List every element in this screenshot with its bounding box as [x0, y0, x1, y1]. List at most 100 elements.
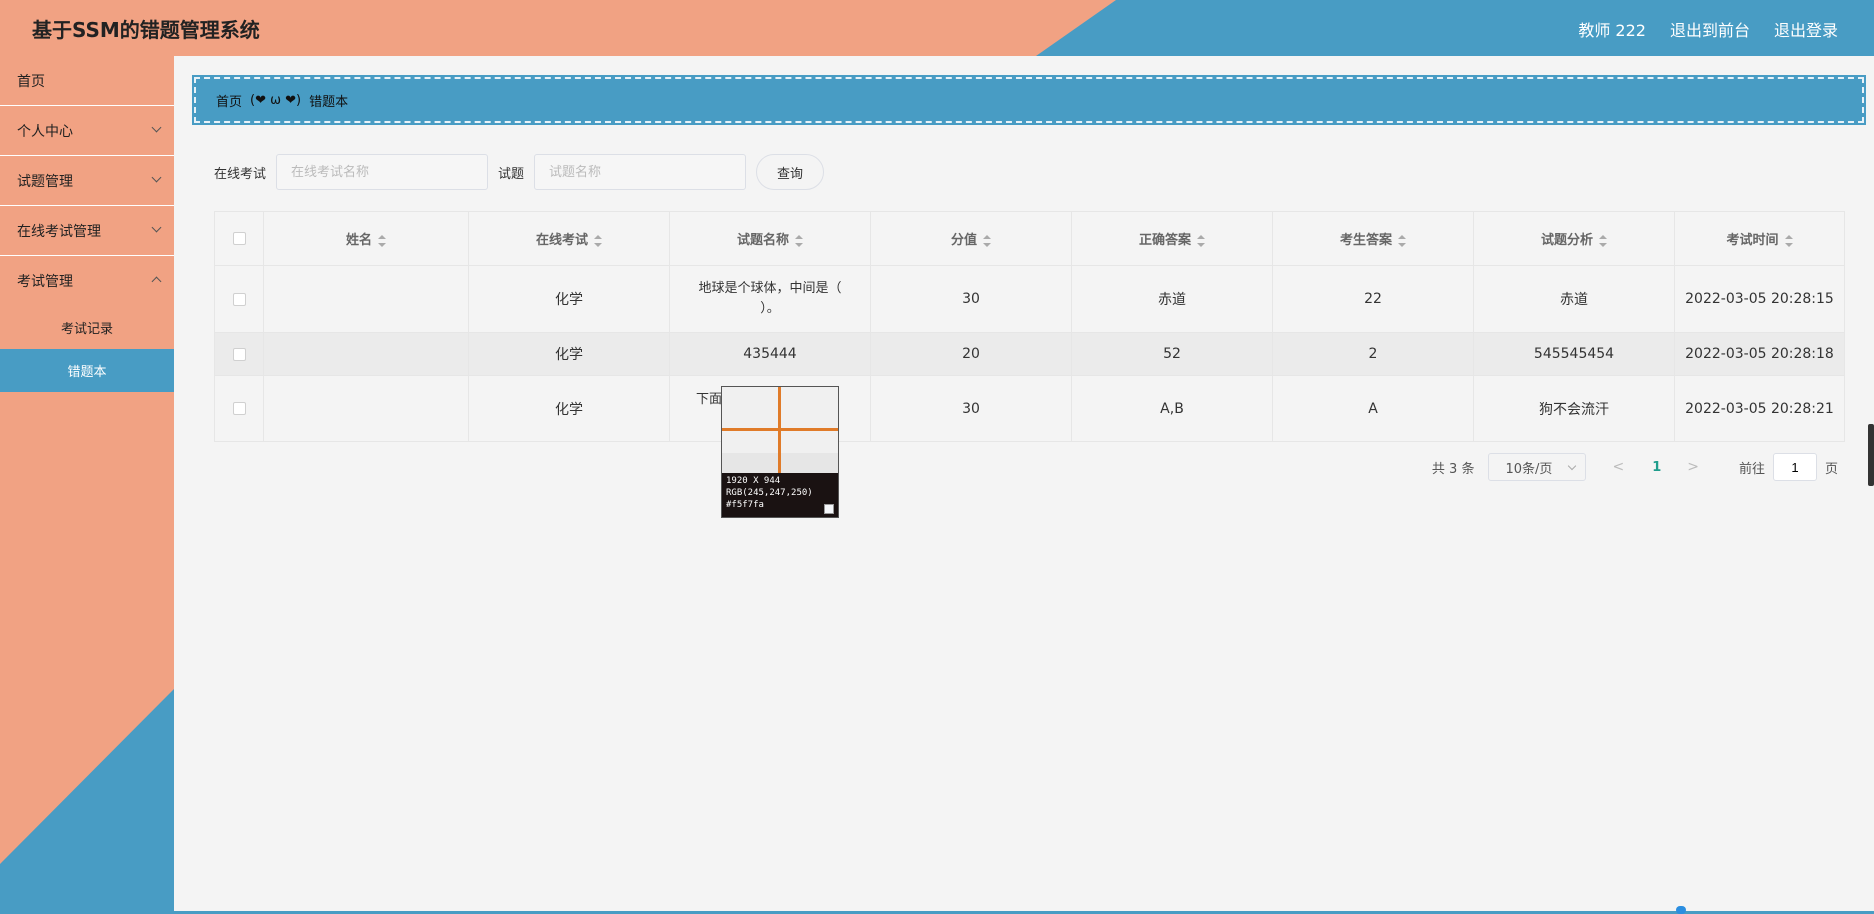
magnifier-lens [722, 387, 838, 473]
select-all-cell [214, 211, 264, 266]
column-header-score[interactable]: 分值 [870, 211, 1072, 266]
cell-score: 30 [870, 375, 1072, 442]
sidebar-item-home[interactable]: 首页 [0, 56, 174, 106]
sort-icon[interactable] [1398, 234, 1406, 247]
chevron-down-icon [1568, 461, 1577, 471]
magnifier-rgb: RGB(245,247,250) [726, 488, 813, 498]
sort-icon[interactable] [1599, 234, 1607, 247]
exam-search-label: 在线考试 [214, 166, 267, 182]
cell-name [263, 265, 469, 333]
color-picker-magnifier: 1920 X 944 RGB(245,247,250) #f5f7fa [721, 386, 839, 518]
sidebar-item-label: 个人中心 [17, 123, 73, 140]
crosshair-vertical [778, 387, 781, 473]
app-title: 基于SSM的错题管理系统 [32, 18, 260, 42]
cell-score: 30 [870, 265, 1072, 333]
goto-label: 前往 [1738, 461, 1765, 477]
goto-page-input[interactable] [1772, 453, 1817, 481]
sort-icon[interactable] [594, 234, 602, 247]
table-header-row: 姓名 在线考试 试题名称 分值 正确答案 考生答案 试题分析 考试时间 [214, 211, 1845, 266]
chevron-down-icon [151, 122, 162, 133]
chevron-up-icon [151, 276, 162, 287]
row-checkbox[interactable] [232, 292, 246, 306]
cell-exam: 化学 [468, 375, 670, 442]
sort-icon[interactable] [1197, 234, 1205, 247]
top-links: 教师 222 退出到前台 退出登录 [1578, 17, 1838, 41]
magnifier-hex: #f5f7fa [726, 500, 764, 510]
breadcrumb-separator: (❤ ω ❤) [250, 92, 302, 108]
column-header-analysis[interactable]: 试题分析 [1473, 211, 1675, 266]
cell-question: 435444 [669, 332, 871, 376]
cell-student-answer: 22 [1272, 265, 1474, 333]
cell-analysis: 545545454 [1473, 332, 1675, 376]
query-button[interactable]: 查询 [756, 154, 825, 190]
sidebar-item-question-management[interactable]: 试题管理 [0, 156, 174, 206]
sort-icon[interactable] [378, 234, 386, 247]
table-row[interactable]: 化学 下面 30 A,B A 狗不会流汗 2022-03-05 20:28:21 [214, 375, 1845, 442]
exam-search-input[interactable] [276, 154, 489, 190]
cell-name [263, 375, 469, 442]
magnifier-resolution: 1920 X 944 [726, 476, 781, 486]
prev-page-button[interactable]: < [1612, 459, 1624, 475]
cell-exam-time: 2022-03-05 20:28:21 [1674, 375, 1845, 442]
magnifier-info: 1920 X 944 RGB(245,247,250) #f5f7fa [722, 473, 838, 517]
cell-name [263, 332, 469, 376]
select-all-checkbox[interactable] [232, 232, 246, 245]
cell-exam: 化学 [468, 332, 670, 376]
scroll-indicator [1676, 906, 1686, 914]
cell-score: 20 [870, 332, 1072, 376]
sidebar-item-exam-management[interactable]: 考试管理 [0, 256, 174, 306]
wrong-answers-table: 姓名 在线考试 试题名称 分值 正确答案 考生答案 试题分析 考试时间 化学 地… [214, 211, 1845, 442]
row-checkbox[interactable] [232, 402, 246, 415]
sidebar-menu: 首页 个人中心 试题管理 在线考试管理 考试管理 考试记录 错题本 [0, 56, 174, 392]
table-row[interactable]: 化学 地球是个球体，中间是（ ）。 30 赤道 22 赤道 2022-03-05… [214, 265, 1845, 333]
sidebar-subitem-wrong-answers[interactable]: 错题本 [0, 349, 174, 392]
sort-icon[interactable] [795, 234, 803, 247]
sort-icon[interactable] [983, 234, 991, 247]
cell-question: 地球是个球体，中间是（ ）。 [669, 265, 871, 333]
question-search-input[interactable] [534, 154, 747, 190]
sidebar-subitem-exam-records[interactable]: 考试记录 [0, 306, 174, 349]
page-number-1[interactable]: 1 [1652, 460, 1661, 475]
cell-correct-answer: 52 [1071, 332, 1273, 376]
column-header-question[interactable]: 试题名称 [669, 211, 871, 266]
page-unit-label: 页 [1824, 461, 1838, 477]
next-page-button[interactable]: > [1687, 459, 1699, 475]
breadcrumb-home[interactable]: 首页 [216, 91, 242, 110]
sidebar-item-online-exam-management[interactable]: 在线考试管理 [0, 206, 174, 256]
sidebar-item-label: 首页 [17, 73, 45, 90]
sidebar: 首页 个人中心 试题管理 在线考试管理 考试管理 考试记录 错题本 [0, 56, 174, 914]
cell-analysis: 赤道 [1473, 265, 1675, 333]
cell-exam-time: 2022-03-05 20:28:15 [1674, 265, 1845, 333]
cell-student-answer: 2 [1272, 332, 1474, 376]
column-header-exam-time[interactable]: 考试时间 [1674, 211, 1845, 266]
sidebar-item-personal-center[interactable]: 个人中心 [0, 106, 174, 156]
page-size-value: 10条/页 [1505, 461, 1553, 477]
color-swatch [824, 504, 834, 514]
cell-exam: 化学 [468, 265, 670, 333]
column-header-name[interactable]: 姓名 [263, 211, 469, 266]
logout-link[interactable]: 退出登录 [1774, 17, 1838, 41]
sort-icon[interactable] [1784, 234, 1793, 247]
scrollbar-handle[interactable] [1868, 424, 1874, 486]
column-header-student-answer[interactable]: 考生答案 [1272, 211, 1474, 266]
table-row[interactable]: 化学 435444 20 52 2 545545454 2022-03-05 2… [214, 332, 1845, 376]
breadcrumb: 首页 (❤ ω ❤) 错题本 [192, 75, 1866, 125]
cell-student-answer: A [1272, 375, 1474, 442]
pagination: 共 3 条 10条/页 < 1 > 前往 页 [1432, 453, 1838, 481]
cell-analysis: 狗不会流汗 [1473, 375, 1675, 442]
exit-to-frontend-link[interactable]: 退出到前台 [1670, 17, 1750, 41]
sidebar-item-label: 考试管理 [17, 274, 73, 290]
column-header-correct-answer[interactable]: 正确答案 [1071, 211, 1273, 266]
column-header-exam[interactable]: 在线考试 [468, 211, 670, 266]
teacher-account-link[interactable]: 教师 222 [1578, 17, 1646, 41]
chevron-down-icon [151, 222, 162, 233]
cell-correct-answer: 赤道 [1071, 265, 1273, 333]
cell-question-text: 下面 [696, 392, 723, 407]
page-size-select[interactable]: 10条/页 [1488, 453, 1587, 481]
cell-exam-time: 2022-03-05 20:28:18 [1674, 332, 1845, 376]
total-count: 共 3 条 [1431, 461, 1475, 477]
question-search-label: 试题 [498, 166, 525, 182]
chevron-down-icon [151, 172, 162, 183]
breadcrumb-current: 错题本 [309, 94, 349, 110]
row-checkbox[interactable] [232, 347, 246, 361]
